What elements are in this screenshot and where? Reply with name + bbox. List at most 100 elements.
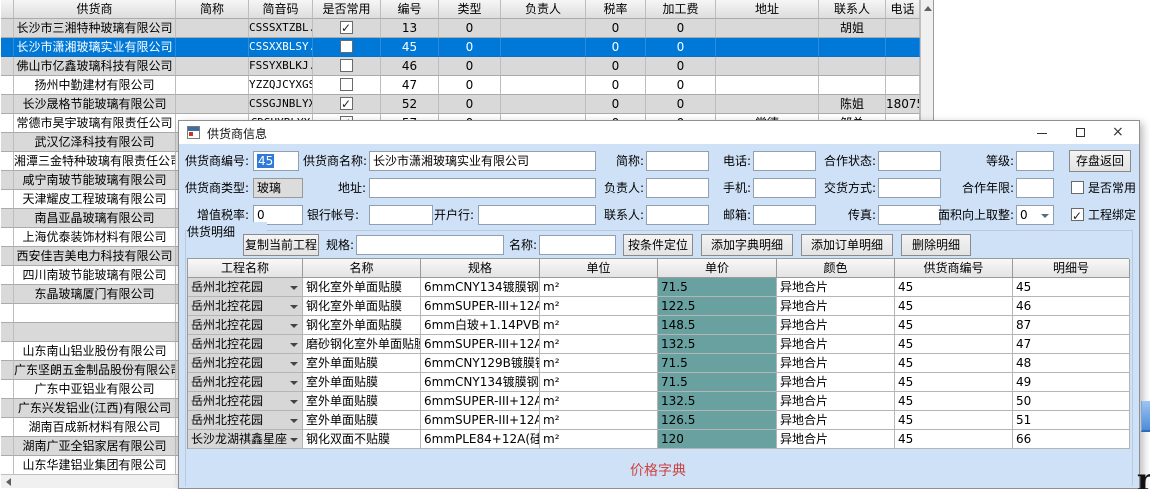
detail-cell[interactable]: 132.5 xyxy=(658,392,777,411)
save-return-button[interactable]: 存盘返回 xyxy=(1069,150,1131,172)
detail-cell[interactable]: m² xyxy=(540,392,658,411)
detail-cell[interactable]: 异地合片 xyxy=(777,354,895,373)
email-input[interactable] xyxy=(753,205,816,225)
project-combo-cell[interactable]: 岳州北控花园 xyxy=(188,297,303,316)
project-combo-cell[interactable]: 长沙龙湖祺鑫星座 xyxy=(188,430,303,449)
table-row[interactable]: 长沙市潇湘玻璃实业有限公司CSSXXBLSY...45000 xyxy=(1,38,920,57)
detail-cell[interactable]: 钢化室外单面贴膜 xyxy=(303,278,421,297)
spec-filter-input[interactable] xyxy=(356,235,504,255)
detail-cell[interactable]: 66 xyxy=(1013,430,1130,449)
coop-years-input[interactable] xyxy=(1016,178,1054,198)
detail-cell[interactable]: 45 xyxy=(895,392,1013,411)
project-combo-cell[interactable]: 岳州北控花园 xyxy=(188,392,303,411)
project-bind-checkbox[interactable]: 工程绑定 xyxy=(1071,205,1136,225)
common-checkbox[interactable] xyxy=(340,21,353,34)
detail-row[interactable]: 岳州北控花园钢化室外单面贴膜6mm白玻+1.14PVB+6mm...m²148.… xyxy=(188,316,1129,335)
detail-cell[interactable]: 46 xyxy=(1013,297,1130,316)
detail-column-header-3[interactable]: 单位 xyxy=(540,259,658,278)
common-checkbox[interactable] xyxy=(340,97,353,110)
detail-cell[interactable]: 异地合片 xyxy=(777,316,895,335)
column-header-7[interactable]: 税率 xyxy=(586,0,646,19)
column-header-4[interactable]: 编号 xyxy=(381,0,439,19)
name-filter-input[interactable] xyxy=(539,235,616,255)
detail-cell[interactable]: 45 xyxy=(895,335,1013,354)
detail-cell[interactable]: 48 xyxy=(1013,354,1130,373)
table-row[interactable]: 扬州中勤建材有限公司YZZQJCYXGS47000 xyxy=(1,76,920,95)
detail-cell[interactable]: 45 xyxy=(1013,278,1130,297)
detail-row[interactable]: 岳州北控花园室外单面贴膜6mmSUPER-III+12A(硅...m²126.5… xyxy=(188,411,1129,430)
copy-project-button[interactable]: 复制当前工程 xyxy=(243,234,319,256)
detail-cell[interactable]: 6mmCNY129B镀膜钢化 xyxy=(421,354,540,373)
detail-cell[interactable]: 45 xyxy=(895,278,1013,297)
project-combo-cell[interactable]: 岳州北控花园 xyxy=(188,278,303,297)
detail-cell[interactable]: 异地合片 xyxy=(777,335,895,354)
project-combo-cell[interactable]: 岳州北控花园 xyxy=(188,335,303,354)
detail-column-header-5[interactable]: 颜色 xyxy=(777,259,895,278)
scroll-up-icon[interactable] xyxy=(924,6,932,11)
detail-cell[interactable]: 45 xyxy=(895,297,1013,316)
detail-cell[interactable]: 132.5 xyxy=(658,335,777,354)
detail-column-header-7[interactable]: 明细号 xyxy=(1013,259,1130,278)
supplier-type-input[interactable]: 玻璃 xyxy=(253,178,303,198)
add-dict-detail-button[interactable]: 添加字典明细 xyxy=(701,234,793,256)
detail-cell[interactable]: 异地合片 xyxy=(777,411,895,430)
detail-cell[interactable]: 6mmSUPER-III+12A(硅... xyxy=(421,392,540,411)
detail-column-header-4[interactable]: 单价 xyxy=(658,259,777,278)
close-button[interactable]: × xyxy=(1099,121,1137,144)
project-combo-cell[interactable]: 岳州北控花园 xyxy=(188,373,303,392)
detail-row[interactable]: 岳州北控花园室外单面贴膜6mmCNY134镀膜钢化m²71.5异地合片4549 xyxy=(188,373,1129,392)
detail-cell[interactable]: 异地合片 xyxy=(777,297,895,316)
detail-column-header-1[interactable]: 名称 xyxy=(303,259,421,278)
detail-row[interactable]: 岳州北控花园室外单面贴膜6mmCNY129B镀膜钢化m²71.5异地合片4548 xyxy=(188,354,1129,373)
detail-cell[interactable]: 71.5 xyxy=(658,278,777,297)
delivery-mode-input[interactable] xyxy=(878,178,941,198)
bank-input[interactable] xyxy=(478,205,596,225)
column-header-11[interactable]: 电话 xyxy=(886,0,920,19)
detail-cell[interactable]: m² xyxy=(540,373,658,392)
detail-cell[interactable]: m² xyxy=(540,297,658,316)
detail-row[interactable]: 岳州北控花园室外单面贴膜6mmSUPER-III+12A(硅...m²132.5… xyxy=(188,392,1129,411)
detail-cell[interactable]: 钢化双面不贴膜 xyxy=(303,430,421,449)
detail-cell[interactable]: 87 xyxy=(1013,316,1130,335)
column-header-0[interactable]: 供货商 xyxy=(14,0,176,19)
column-header-10[interactable]: 联系人 xyxy=(819,0,886,19)
detail-cell[interactable]: 室外单面贴膜 xyxy=(303,392,421,411)
detail-cell[interactable]: 异地合片 xyxy=(777,430,895,449)
detail-cell[interactable]: m² xyxy=(540,411,658,430)
detail-cell[interactable]: m² xyxy=(540,354,658,373)
detail-cell[interactable]: 钢化室外单面贴膜 xyxy=(303,316,421,335)
detail-cell[interactable]: 45 xyxy=(895,411,1013,430)
column-header-8[interactable]: 加工费 xyxy=(646,0,716,19)
detail-cell[interactable]: m² xyxy=(540,335,658,354)
detail-cell[interactable]: 6mm白玻+1.14PVB+6mm... xyxy=(421,316,540,335)
area-round-select[interactable]: 0 xyxy=(1016,205,1054,225)
project-combo-cell[interactable]: 岳州北控花园 xyxy=(188,316,303,335)
project-combo-cell[interactable]: 岳州北控花园 xyxy=(188,411,303,430)
detail-cell[interactable]: 49 xyxy=(1013,373,1130,392)
project-combo-cell[interactable]: 岳州北控花园 xyxy=(188,354,303,373)
minimize-button[interactable] xyxy=(1023,121,1061,144)
column-header-9[interactable]: 地址 xyxy=(716,0,819,19)
detail-cell[interactable]: 71.5 xyxy=(658,354,777,373)
detail-cell[interactable]: 钢化室外单面贴膜 xyxy=(303,297,421,316)
table-row[interactable]: 长沙市三湘特种玻璃有限公司CSSSXTZBL...13000胡姐 xyxy=(1,19,920,38)
column-header-2[interactable]: 简音码 xyxy=(249,0,313,19)
detail-cell[interactable]: 45 xyxy=(895,373,1013,392)
column-header-1[interactable]: 简称 xyxy=(176,0,249,19)
dialog-titlebar[interactable]: 供货商信息 × xyxy=(179,121,1139,144)
phone-input[interactable] xyxy=(753,151,816,171)
detail-cell[interactable]: 6mmPLE84+12A(硅酮胶... xyxy=(421,430,540,449)
maximize-button[interactable] xyxy=(1061,121,1099,144)
detail-cell[interactable]: m² xyxy=(540,316,658,335)
detail-cell[interactable]: 50 xyxy=(1013,392,1130,411)
supplier-no-input[interactable]: 45 xyxy=(253,151,299,171)
detail-cell[interactable]: 室外单面贴膜 xyxy=(303,354,421,373)
detail-cell[interactable]: 45 xyxy=(895,354,1013,373)
detail-cell[interactable]: 室外单面贴膜 xyxy=(303,411,421,430)
detail-cell[interactable]: m² xyxy=(540,278,658,297)
table-row[interactable]: 佛山市亿鑫玻璃科技有限公司FSSYXBLKJ...46000 xyxy=(1,57,920,76)
detail-cell[interactable]: 异地合片 xyxy=(777,278,895,297)
supplier-name-input[interactable]: 长沙市潇湘玻璃实业有限公司 xyxy=(369,151,596,171)
coop-status-input[interactable] xyxy=(878,151,941,171)
detail-cell[interactable]: 71.5 xyxy=(658,373,777,392)
